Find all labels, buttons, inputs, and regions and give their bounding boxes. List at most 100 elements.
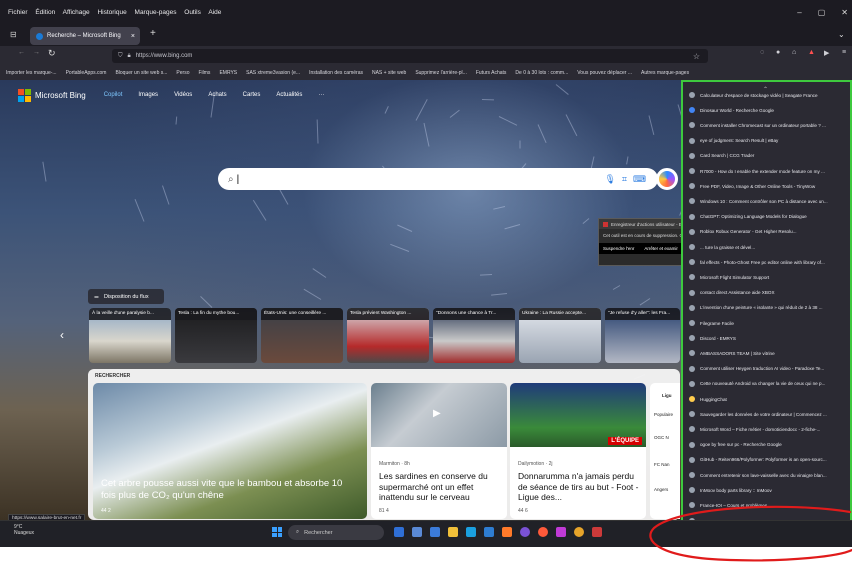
microphone-icon[interactable]: 🎙︎ xyxy=(604,174,615,185)
reload-icon[interactable]: ↻ xyxy=(48,48,56,59)
bookmark-folder[interactable]: Futurs Achats xyxy=(476,70,507,76)
history-item[interactable]: Microsoft Word – Fiche métier - domotici… xyxy=(689,424,851,434)
news-tile[interactable]: Ukraine : La Russie accepte... xyxy=(519,308,601,363)
back-icon[interactable]: ← xyxy=(18,49,25,56)
nav-videos[interactable]: Vidéos xyxy=(174,92,192,98)
extensions-icon[interactable]: ⌂ xyxy=(792,49,796,56)
pause-recording-button[interactable]: Suspendre l'enr xyxy=(603,246,634,251)
bookmark-folder[interactable]: Films xyxy=(198,70,210,76)
menu-edition[interactable]: Édition xyxy=(35,9,55,16)
chrome-icon[interactable] xyxy=(574,527,584,537)
edge-icon[interactable] xyxy=(466,527,476,537)
app-icon[interactable] xyxy=(556,527,566,537)
start-button[interactable] xyxy=(272,527,282,537)
history-item[interactable]: Comment utiliser Heygen traduction AI vi… xyxy=(689,364,851,374)
widgets-icon[interactable] xyxy=(412,527,422,537)
history-item[interactable]: InMoov body parts library :: InMoov xyxy=(689,485,851,495)
bookmark-item[interactable]: Supprimez l'arrière-pl... xyxy=(415,70,467,76)
maximize-button[interactable]: ▢ xyxy=(818,8,826,17)
menu-affichage[interactable]: Affichage xyxy=(63,9,90,16)
history-item[interactable]: ... ture la graisse et dével... xyxy=(689,242,851,252)
history-item[interactable]: AMBASSADORS TEAM | Site vitrine xyxy=(689,348,851,358)
history-item[interactable]: GitHub - Reiten966/Polyformer: Polyforme… xyxy=(689,455,851,465)
bookmark-star-icon[interactable]: ☆ xyxy=(693,52,700,61)
weather-widget[interactable]: 9°C Nuageux xyxy=(14,524,34,536)
bookmark-folder[interactable]: EMRYS xyxy=(219,70,237,76)
shield-icon[interactable]: ⛉ xyxy=(118,53,123,60)
menu-outils[interactable]: Outils xyxy=(184,9,201,16)
history-item[interactable]: eye of judgment: Search Result | eBay xyxy=(689,136,851,146)
copilot-button[interactable] xyxy=(656,168,678,190)
stop-recording-button[interactable]: Arrêter et examir xyxy=(644,246,678,251)
history-item[interactable]: Microsoft Flight Simulator Support xyxy=(689,272,851,282)
menu-historique[interactable]: Historique xyxy=(97,9,126,16)
account-icon[interactable]: ● xyxy=(776,49,780,56)
history-item[interactable]: Comment installer Chromecast sur un ordi… xyxy=(689,120,851,130)
forward-icon[interactable]: → xyxy=(33,49,40,56)
bookmark-folder[interactable]: Perso xyxy=(176,70,189,76)
search-box[interactable]: ⌕ | 🎙︎ ⌗ ⌨ xyxy=(218,168,658,190)
nav-achats[interactable]: Achats xyxy=(208,92,226,98)
history-item[interactable]: Filegrame Facile xyxy=(689,318,851,328)
visual-search-icon[interactable]: ⌗ xyxy=(622,174,627,185)
history-item[interactable]: contact direct Assistance aide XBOX xyxy=(689,288,851,298)
news-tile[interactable]: Tesla prévient Washington ... xyxy=(347,308,429,363)
history-item[interactable]: L'invention d'une peinture « isolante » … xyxy=(689,303,851,313)
history-item[interactable]: Dinosaur World - Recherche Google xyxy=(689,105,851,115)
news-tile[interactable]: Tesla : La fin du mythe bou... xyxy=(175,308,257,363)
file-explorer-icon[interactable] xyxy=(448,527,458,537)
history-item[interactable]: Roblox Robux Generator - Get Higher Reso… xyxy=(689,227,851,237)
news-tile[interactable]: "Donnons une chance à Tr... xyxy=(433,308,515,363)
taskbar-search[interactable]: ⌕ Rechercher xyxy=(288,525,384,540)
addon-icon[interactable]: ▲ xyxy=(808,49,815,56)
bookmark-folder[interactable]: SAS xtreme3vasion (e... xyxy=(246,70,300,76)
bookmark-item[interactable]: Importer les marque-... xyxy=(6,70,57,76)
article-card[interactable]: ▶ Marmiton · 8h Les sardines en conserve… xyxy=(371,383,507,519)
outlook-icon[interactable] xyxy=(484,527,494,537)
history-item[interactable]: ogoe by free sur pc - Recherche Google xyxy=(689,440,851,450)
url-bar[interactable]: ⛉ 🔒︎ https://www.bing.com ☆ xyxy=(112,49,708,63)
history-item[interactable]: Free PDF, Video, Image & Other Online To… xyxy=(689,181,851,191)
nav-copilot[interactable]: Copilot xyxy=(104,92,123,98)
minimize-button[interactable]: – xyxy=(797,8,801,17)
carousel-prev-icon[interactable]: ‹ xyxy=(60,328,64,342)
new-tab-button[interactable]: + xyxy=(150,28,156,39)
feed-layout-button[interactable]: ⚌ Disposition du flux xyxy=(88,289,164,304)
history-item[interactable]: R7000 - How do I enable the extender mod… xyxy=(689,166,851,176)
nav-images[interactable]: Images xyxy=(138,92,158,98)
nav-cartes[interactable]: Cartes xyxy=(243,92,261,98)
article-card[interactable]: L'ÉQUIPE Dailymotion · 2j Donnarumma n'a… xyxy=(510,383,646,519)
other-bookmarks[interactable]: Autres marque-pages xyxy=(641,70,689,76)
tab-list-icon[interactable]: ⊟ xyxy=(10,30,17,39)
nav-actualites[interactable]: Actualités xyxy=(276,92,302,98)
history-item[interactable]: Card Search | CCG Trader xyxy=(689,151,851,161)
league-table-card[interactable]: Ligu Populaire OGC N FC Nan Angers xyxy=(650,383,680,519)
history-item[interactable]: Cette nouveauté Android va changer la vi… xyxy=(689,379,851,389)
bookmark-item[interactable]: De 0 à 30 lots : comm... xyxy=(515,70,568,76)
task-view-icon[interactable] xyxy=(394,527,404,537)
history-item[interactable]: ChatGPT: Optimizing Language Models for … xyxy=(689,212,851,222)
news-tile[interactable]: États-Unis: une conseillère ... xyxy=(261,308,343,363)
history-item[interactable]: Sauvegarder les données de votre ordinat… xyxy=(689,409,851,419)
nav-more[interactable]: ··· xyxy=(318,92,324,98)
pocket-icon[interactable]: ◌ xyxy=(760,49,764,56)
hamburger-menu-icon[interactable]: ≡ xyxy=(842,49,846,56)
history-item[interactable]: Calculateur d'espace de stockage vidéo |… xyxy=(689,90,851,100)
firefox-icon[interactable] xyxy=(502,527,512,537)
history-item[interactable]: Comment entretenir son lave-vaisselle av… xyxy=(689,470,851,480)
bookmark-item[interactable]: Bloquer un site web s... xyxy=(115,70,167,76)
tab-close-icon[interactable]: × xyxy=(131,33,135,40)
history-item[interactable]: Discord - EMRYS xyxy=(689,333,851,343)
media-icon[interactable]: ▶ xyxy=(824,49,829,57)
keyboard-icon[interactable]: ⌨ xyxy=(633,174,646,185)
tab-bing[interactable]: Recherche – Microsoft Bing × xyxy=(30,27,140,45)
history-item[interactable]: fal effects - Photo-Ghost Free pc editor… xyxy=(689,257,851,267)
app-icon[interactable] xyxy=(538,527,548,537)
featured-article-card[interactable]: Cet arbre pousse aussi vite que le bambo… xyxy=(93,383,367,519)
chevron-down-icon[interactable]: ⌄ xyxy=(838,30,845,39)
news-tile[interactable]: À la veille d'une paralysie b... xyxy=(89,308,171,363)
menu-fichier[interactable]: Fichier xyxy=(8,9,28,16)
bing-logo-text[interactable]: Microsoft Bing xyxy=(35,91,86,100)
app-icon[interactable] xyxy=(592,527,602,537)
store-icon[interactable] xyxy=(430,527,440,537)
